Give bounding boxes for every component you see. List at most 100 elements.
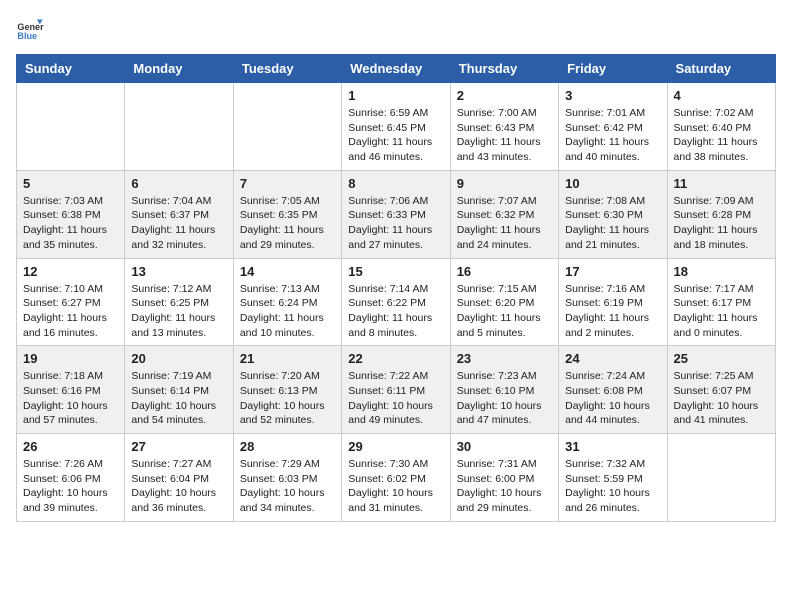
column-header-wednesday: Wednesday [342,55,450,83]
day-number: 27 [131,439,226,454]
calendar-cell: 27 Sunrise: 7:27 AM Sunset: 6:04 PM Dayli… [125,434,233,522]
day-info: Sunrise: 7:12 AM Sunset: 6:25 PM Dayligh… [131,282,226,341]
calendar-cell: 5 Sunrise: 7:03 AM Sunset: 6:38 PM Daylig… [17,170,125,258]
day-number: 30 [457,439,552,454]
day-info: Sunrise: 7:04 AM Sunset: 6:37 PM Dayligh… [131,194,226,253]
calendar-cell: 17Sunrise: 7:16 AM Sunset: 6:19 PM Dayli… [559,258,667,346]
day-info: Sunrise: 7:05 AM Sunset: 6:35 PM Dayligh… [240,194,335,253]
day-info: Sunrise: 7:06 AM Sunset: 6:33 PM Dayligh… [348,194,443,253]
day-number: 17 [565,264,660,279]
column-header-thursday: Thursday [450,55,558,83]
week-row-2: 5 Sunrise: 7:03 AM Sunset: 6:38 PM Daylig… [17,170,776,258]
calendar-cell: 16Sunrise: 7:15 AM Sunset: 6:20 PM Dayli… [450,258,558,346]
day-info: Sunrise: 7:13 AM Sunset: 6:24 PM Dayligh… [240,282,335,341]
page-header: General Blue [16,16,776,44]
day-number: 29 [348,439,443,454]
day-info: Sunrise: 7:31 AM Sunset: 6:00 PM Dayligh… [457,457,552,516]
column-header-sunday: Sunday [17,55,125,83]
calendar-cell: 24Sunrise: 7:24 AM Sunset: 6:08 PM Dayli… [559,346,667,434]
day-info: Sunrise: 7:01 AM Sunset: 6:42 PM Dayligh… [565,106,660,165]
day-info: Sunrise: 7:26 AM Sunset: 6:06 PM Dayligh… [23,457,118,516]
week-row-4: 19Sunrise: 7:18 AM Sunset: 6:16 PM Dayli… [17,346,776,434]
day-number: 9 [457,176,552,191]
calendar-cell: 8 Sunrise: 7:06 AM Sunset: 6:33 PM Daylig… [342,170,450,258]
day-info: Sunrise: 6:59 AM Sunset: 6:45 PM Dayligh… [348,106,443,165]
week-row-1: 1Sunrise: 6:59 AM Sunset: 6:45 PM Daylig… [17,83,776,171]
day-info: Sunrise: 7:00 AM Sunset: 6:43 PM Dayligh… [457,106,552,165]
day-number: 15 [348,264,443,279]
calendar-cell: 22 Sunrise: 7:22 AM Sunset: 6:11 PM Dayli… [342,346,450,434]
calendar-cell: 7 Sunrise: 7:05 AM Sunset: 6:35 PM Daylig… [233,170,341,258]
day-info: Sunrise: 7:22 AM Sunset: 6:11 PM Dayligh… [348,369,443,428]
day-number: 18 [674,264,769,279]
calendar-cell: 10 Sunrise: 7:08 AM Sunset: 6:30 PM Dayli… [559,170,667,258]
day-number: 24 [565,351,660,366]
calendar-cell: 30 Sunrise: 7:31 AM Sunset: 6:00 PM Dayli… [450,434,558,522]
day-info: Sunrise: 7:07 AM Sunset: 6:32 PM Dayligh… [457,194,552,253]
logo-icon: General Blue [16,16,44,44]
logo: General Blue [16,16,44,44]
calendar-cell: 3Sunrise: 7:01 AM Sunset: 6:42 PM Daylig… [559,83,667,171]
calendar-cell [125,83,233,171]
column-header-saturday: Saturday [667,55,775,83]
calendar-cell: 9 Sunrise: 7:07 AM Sunset: 6:32 PM Daylig… [450,170,558,258]
calendar-cell: 31 Sunrise: 7:32 AM Sunset: 5:59 PM Dayli… [559,434,667,522]
calendar-cell: 12 Sunrise: 7:10 AM Sunset: 6:27 PM Dayli… [17,258,125,346]
day-number: 12 [23,264,118,279]
day-info: Sunrise: 7:02 AM Sunset: 6:40 PM Dayligh… [674,106,769,165]
day-number: 21 [240,351,335,366]
day-number: 13 [131,264,226,279]
day-info: Sunrise: 7:17 AM Sunset: 6:17 PM Dayligh… [674,282,769,341]
day-number: 23 [457,351,552,366]
day-number: 31 [565,439,660,454]
day-number: 11 [674,176,769,191]
day-info: Sunrise: 7:29 AM Sunset: 6:03 PM Dayligh… [240,457,335,516]
calendar-cell: 25 Sunrise: 7:25 AM Sunset: 6:07 PM Dayli… [667,346,775,434]
day-number: 2 [457,88,552,103]
day-number: 25 [674,351,769,366]
calendar-cell: 20Sunrise: 7:19 AM Sunset: 6:14 PM Dayli… [125,346,233,434]
calendar-cell [17,83,125,171]
calendar-cell [233,83,341,171]
day-info: Sunrise: 7:32 AM Sunset: 5:59 PM Dayligh… [565,457,660,516]
calendar-cell: 13 Sunrise: 7:12 AM Sunset: 6:25 PM Dayli… [125,258,233,346]
day-number: 16 [457,264,552,279]
day-info: Sunrise: 7:10 AM Sunset: 6:27 PM Dayligh… [23,282,118,341]
day-info: Sunrise: 7:18 AM Sunset: 6:16 PM Dayligh… [23,369,118,428]
calendar-cell: 21Sunrise: 7:20 AM Sunset: 6:13 PM Dayli… [233,346,341,434]
day-number: 26 [23,439,118,454]
column-header-tuesday: Tuesday [233,55,341,83]
day-number: 8 [348,176,443,191]
day-info: Sunrise: 7:08 AM Sunset: 6:30 PM Dayligh… [565,194,660,253]
calendar-cell: 2 Sunrise: 7:00 AM Sunset: 6:43 PM Daylig… [450,83,558,171]
day-info: Sunrise: 7:19 AM Sunset: 6:14 PM Dayligh… [131,369,226,428]
day-info: Sunrise: 7:25 AM Sunset: 6:07 PM Dayligh… [674,369,769,428]
column-header-friday: Friday [559,55,667,83]
day-number: 14 [240,264,335,279]
week-row-3: 12 Sunrise: 7:10 AM Sunset: 6:27 PM Dayli… [17,258,776,346]
calendar-cell: 29 Sunrise: 7:30 AM Sunset: 6:02 PM Dayli… [342,434,450,522]
calendar-cell: 26 Sunrise: 7:26 AM Sunset: 6:06 PM Dayli… [17,434,125,522]
calendar-table: SundayMondayTuesdayWednesdayThursdayFrid… [16,54,776,522]
calendar-cell: 18 Sunrise: 7:17 AM Sunset: 6:17 PM Dayli… [667,258,775,346]
calendar-cell: 11Sunrise: 7:09 AM Sunset: 6:28 PM Dayli… [667,170,775,258]
calendar-cell: 1Sunrise: 6:59 AM Sunset: 6:45 PM Daylig… [342,83,450,171]
calendar-cell: 23 Sunrise: 7:23 AM Sunset: 6:10 PM Dayli… [450,346,558,434]
day-info: Sunrise: 7:23 AM Sunset: 6:10 PM Dayligh… [457,369,552,428]
day-number: 7 [240,176,335,191]
calendar-cell: 4Sunrise: 7:02 AM Sunset: 6:40 PM Daylig… [667,83,775,171]
calendar-cell [667,434,775,522]
day-number: 22 [348,351,443,366]
day-info: Sunrise: 7:30 AM Sunset: 6:02 PM Dayligh… [348,457,443,516]
calendar-cell: 6 Sunrise: 7:04 AM Sunset: 6:37 PM Daylig… [125,170,233,258]
calendar-cell: 28Sunrise: 7:29 AM Sunset: 6:03 PM Dayli… [233,434,341,522]
day-number: 10 [565,176,660,191]
day-number: 5 [23,176,118,191]
day-info: Sunrise: 7:27 AM Sunset: 6:04 PM Dayligh… [131,457,226,516]
day-number: 6 [131,176,226,191]
calendar-cell: 14 Sunrise: 7:13 AM Sunset: 6:24 PM Dayli… [233,258,341,346]
svg-text:Blue: Blue [17,31,37,41]
calendar-cell: 19Sunrise: 7:18 AM Sunset: 6:16 PM Dayli… [17,346,125,434]
calendar-cell: 15Sunrise: 7:14 AM Sunset: 6:22 PM Dayli… [342,258,450,346]
day-info: Sunrise: 7:03 AM Sunset: 6:38 PM Dayligh… [23,194,118,253]
